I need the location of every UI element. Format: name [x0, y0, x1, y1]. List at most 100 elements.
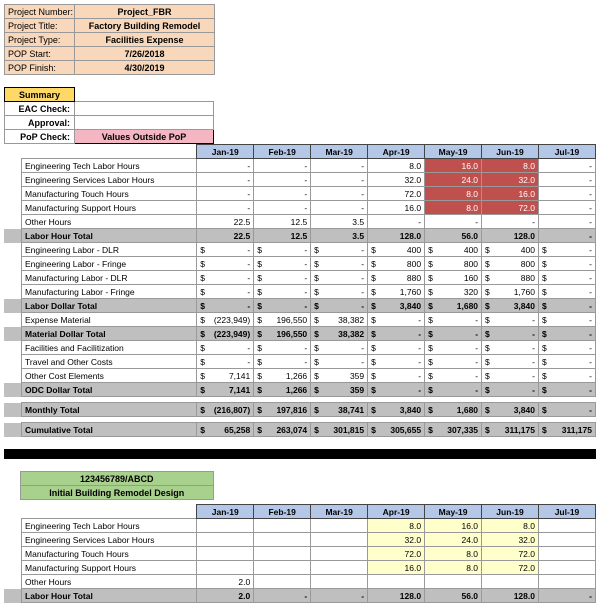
data-cell[interactable]: $-	[254, 243, 311, 257]
data-cell[interactable]: $-	[538, 355, 595, 369]
data-cell[interactable]: $-	[197, 285, 254, 299]
data-cell[interactable]: 16.0	[368, 201, 425, 215]
data-cell[interactable]: $-	[425, 341, 482, 355]
data-cell[interactable]	[538, 519, 595, 533]
data-cell[interactable]: $-	[538, 285, 595, 299]
data-cell[interactable]: $(216,807)	[197, 403, 254, 417]
data-cell[interactable]: $(223,949)	[197, 313, 254, 327]
data-cell[interactable]: 8.0	[482, 159, 539, 173]
data-cell[interactable]: -	[368, 215, 425, 229]
data-cell[interactable]: $-	[368, 313, 425, 327]
data-cell[interactable]	[197, 561, 254, 575]
data-cell[interactable]: $-	[254, 299, 311, 313]
data-cell[interactable]: $-	[254, 285, 311, 299]
data-cell[interactable]: 72.0	[482, 201, 539, 215]
data-cell[interactable]: -	[538, 589, 595, 603]
data-cell[interactable]: 16.0	[425, 159, 482, 173]
data-cell[interactable]: $400	[425, 243, 482, 257]
data-cell[interactable]: $-	[538, 403, 595, 417]
data-cell[interactable]: $-	[538, 383, 595, 397]
data-cell[interactable]: $359	[311, 369, 368, 383]
data-cell[interactable]: $-	[425, 355, 482, 369]
data-cell[interactable]: $-	[368, 341, 425, 355]
data-cell[interactable]	[311, 561, 368, 575]
data-cell[interactable]: $-	[482, 355, 539, 369]
data-cell[interactable]: 72.0	[368, 547, 425, 561]
data-cell[interactable]: $-	[311, 299, 368, 313]
data-cell[interactable]: $263,074	[254, 423, 311, 437]
data-cell[interactable]: $-	[482, 383, 539, 397]
data-cell[interactable]: $-	[311, 271, 368, 285]
data-cell[interactable]: -	[197, 187, 254, 201]
data-cell[interactable]: $-	[482, 341, 539, 355]
main-data-grid[interactable]: Jan-19 Feb-19 Mar-19 Apr-19 May-19 Jun-1…	[4, 144, 596, 437]
data-cell[interactable]: $3,840	[482, 299, 539, 313]
data-cell[interactable]: -	[197, 159, 254, 173]
data-cell[interactable]: 32.0	[482, 533, 539, 547]
data-cell[interactable]: $-	[425, 369, 482, 383]
data-cell[interactable]: $-	[254, 355, 311, 369]
data-cell[interactable]: $-	[311, 355, 368, 369]
data-cell[interactable]: $800	[425, 257, 482, 271]
data-cell[interactable]: $880	[368, 271, 425, 285]
data-cell[interactable]: 72.0	[482, 547, 539, 561]
data-cell[interactable]: $1,760	[482, 285, 539, 299]
data-cell[interactable]: 8.0	[425, 547, 482, 561]
data-cell[interactable]: 32.0	[368, 173, 425, 187]
data-cell[interactable]: -	[425, 215, 482, 229]
data-cell[interactable]: $-	[368, 383, 425, 397]
data-cell[interactable]	[197, 533, 254, 547]
data-cell[interactable]: $3,840	[482, 403, 539, 417]
data-cell[interactable]: $-	[538, 341, 595, 355]
data-cell[interactable]: -	[538, 159, 595, 173]
data-cell[interactable]: $-	[254, 271, 311, 285]
data-cell[interactable]: 72.0	[482, 561, 539, 575]
data-cell[interactable]: 22.5	[197, 215, 254, 229]
data-cell[interactable]: $3,840	[368, 299, 425, 313]
data-cell[interactable]: 12.5	[254, 229, 311, 243]
data-cell[interactable]: 3.5	[311, 229, 368, 243]
data-cell[interactable]: 22.5	[197, 229, 254, 243]
data-cell[interactable]: $-	[538, 271, 595, 285]
data-cell[interactable]: 32.0	[482, 173, 539, 187]
data-cell[interactable]: $38,382	[311, 327, 368, 341]
data-cell[interactable]: 3.5	[311, 215, 368, 229]
data-cell[interactable]: $1,760	[368, 285, 425, 299]
data-cell[interactable]: $-	[311, 285, 368, 299]
data-cell[interactable]: 8.0	[425, 187, 482, 201]
data-cell[interactable]: $-	[425, 383, 482, 397]
data-cell[interactable]: $311,175	[482, 423, 539, 437]
data-cell[interactable]	[254, 561, 311, 575]
data-cell[interactable]: $-	[197, 271, 254, 285]
data-cell[interactable]	[254, 547, 311, 561]
data-cell[interactable]: 24.0	[425, 173, 482, 187]
data-cell[interactable]: $-	[538, 299, 595, 313]
data-cell[interactable]: 128.0	[368, 589, 425, 603]
data-cell[interactable]: $38,741	[311, 403, 368, 417]
data-cell[interactable]: $-	[311, 341, 368, 355]
data-cell[interactable]: -	[538, 173, 595, 187]
data-cell[interactable]: 2.0	[197, 589, 254, 603]
data-cell[interactable]: -	[254, 201, 311, 215]
data-cell[interactable]: 16.0	[425, 519, 482, 533]
data-cell[interactable]: 8.0	[425, 561, 482, 575]
data-cell[interactable]: $196,550	[254, 313, 311, 327]
data-cell[interactable]	[482, 575, 539, 589]
data-cell[interactable]: 128.0	[482, 589, 539, 603]
data-cell[interactable]: $800	[368, 257, 425, 271]
data-cell[interactable]: $-	[368, 355, 425, 369]
data-cell[interactable]	[538, 575, 595, 589]
data-cell[interactable]: $3,840	[368, 403, 425, 417]
data-cell[interactable]: 16.0	[368, 561, 425, 575]
data-cell[interactable]	[538, 533, 595, 547]
data-cell[interactable]: $-	[254, 341, 311, 355]
data-cell[interactable]: $-	[368, 369, 425, 383]
data-cell[interactable]	[538, 561, 595, 575]
data-cell[interactable]: -	[311, 589, 368, 603]
data-cell[interactable]: 8.0	[425, 201, 482, 215]
data-cell[interactable]: -	[538, 229, 595, 243]
data-cell[interactable]: $311,175	[538, 423, 595, 437]
data-cell[interactable]: -	[254, 159, 311, 173]
data-cell[interactable]: -	[538, 187, 595, 201]
data-cell[interactable]	[368, 575, 425, 589]
